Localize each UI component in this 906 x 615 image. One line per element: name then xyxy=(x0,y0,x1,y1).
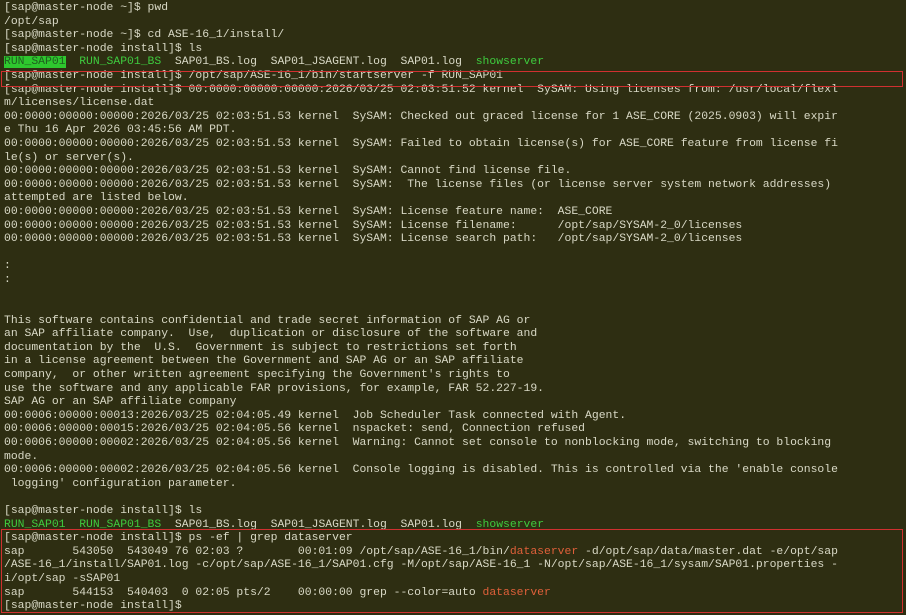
log-line: 00:0006:00000:00015:2026/03/25 02:04:05.… xyxy=(4,423,586,436)
grep-match: dataserver xyxy=(509,545,579,558)
log-line: in a license agreement between the Gover… xyxy=(4,355,524,368)
ps-row-continuation: /ASE-16_1/install/SAP01.log -c/opt/sap/A… xyxy=(4,559,838,572)
prompt-line[interactable]: [sap@master-node install]$ xyxy=(4,600,906,614)
log-line: 00:0000:00000:00000:2026/03/25 02:03:51.… xyxy=(4,165,572,178)
log-line: 00:0006:00000:00013:2026/03/25 02:04:05.… xyxy=(4,409,627,422)
file-sap01-bs-log[interactable]: SAP01_BS.log xyxy=(175,56,257,68)
ps-row-continuation: i/opt/sap -sSAP01 xyxy=(4,572,121,585)
file-run-sap01[interactable]: RUN_SAP01 xyxy=(4,519,66,531)
log-line: 00:0000:00000:00000:2026/03/25 02:03:51.… xyxy=(4,219,743,232)
ps-row-grep: sap 544153 540403 0 02:05 pts/2 00:00:00… xyxy=(4,587,906,601)
ls-output-line: RUN_SAP01 RUN_SAP01_BS SAP01_BS.log SAP0… xyxy=(4,56,906,70)
log-line: [sap@master-node install]$ 00:0000:00000… xyxy=(4,83,838,96)
log-line: 00:0006:00000:00002:2026/03/25 02:04:05.… xyxy=(4,437,832,449)
file-showserver[interactable]: showserver xyxy=(476,519,544,531)
ps-row-text: sap 543050 543049 76 02:03 ? 00:01:09 /o… xyxy=(4,545,510,558)
file-sap01-bs-log[interactable]: SAP01_BS.log xyxy=(175,519,257,531)
startserver-command-line: [sap@master-node install]$ /opt/sap/ASE-… xyxy=(4,69,503,82)
log-line: company, or other written agreement spec… xyxy=(4,369,510,382)
log-line: 00:0000:00000:00000:2026/03/25 02:03:51.… xyxy=(4,110,838,123)
file-sap01-jsagent-log[interactable]: SAP01_JSAGENT.log xyxy=(271,519,387,531)
terminal-line: [sap@master-node ~]$ pwd xyxy=(4,2,169,14)
file-run-sap01-selected[interactable]: RUN_SAP01 xyxy=(4,56,66,69)
log-line: le(s) or server(s). xyxy=(4,151,134,164)
log-line: This software contains confidential and … xyxy=(4,314,531,327)
ps-row-dataserver: sap 543050 543049 76 02:03 ? 00:01:09 /o… xyxy=(4,546,906,560)
log-line: 00:0000:00000:00000:2026/03/25 02:03:51.… xyxy=(4,233,743,246)
file-showserver[interactable]: showserver xyxy=(476,56,544,68)
file-sap01-log[interactable]: SAP01.log xyxy=(401,519,463,531)
terminal-line: [sap@master-node ~]$ cd ASE-16_1/install… xyxy=(4,29,285,42)
log-line: e Thu 16 Apr 2026 03:45:56 AM PDT. xyxy=(4,124,237,137)
log-line: SAP AG or an SAP affiliate company xyxy=(4,396,237,409)
ls-output-line: RUN_SAP01 RUN_SAP01_BS SAP01_BS.log SAP0… xyxy=(4,519,906,533)
file-run-sap01-bs[interactable]: RUN_SAP01_BS xyxy=(79,519,161,531)
ps-row-text: -d/opt/sap/data/master.dat -e/opt/sap xyxy=(578,545,838,558)
log-line: attempted are listed below. xyxy=(4,192,189,205)
log-line: 00:0000:00000:00000:2026/03/25 02:03:51.… xyxy=(4,205,613,218)
log-line: 00:0000:00000:00000:2026/03/25 02:03:51.… xyxy=(4,178,832,191)
log-line: use the software and any applicable FAR … xyxy=(4,382,545,395)
log-line: 00:0000:00000:00000:2026/03/25 02:03:51.… xyxy=(4,137,838,150)
ps-row-text: sap 544153 540403 0 02:05 pts/2 00:00:00… xyxy=(4,586,483,599)
log-line: [sap@master-node install]$ ls xyxy=(4,504,203,517)
file-run-sap01-bs[interactable]: RUN_SAP01_BS xyxy=(79,56,161,68)
terminal-line: [sap@master-node install]$ ls xyxy=(4,42,203,55)
log-line: logging' configuration parameter. xyxy=(4,477,237,490)
log-line: : xyxy=(4,273,11,286)
terminal-window[interactable]: [sap@master-node ~]$ pwd /opt/sap [sap@m… xyxy=(0,0,906,615)
file-sap01-jsagent-log[interactable]: SAP01_JSAGENT.log xyxy=(271,56,387,68)
terminal-line: /opt/sap xyxy=(4,15,59,28)
log-line: m/licenses/license.dat xyxy=(4,97,155,110)
ps-command-line: [sap@master-node install]$ ps -ef | grep… xyxy=(4,532,353,545)
file-sap01-log[interactable]: SAP01.log xyxy=(401,56,463,68)
log-line: : xyxy=(4,260,11,273)
log-line: 00:0006:00000:00002:2026/03/25 02:04:05.… xyxy=(4,464,838,477)
shell-prompt: [sap@master-node install]$ xyxy=(4,600,189,613)
log-line: mode. xyxy=(4,450,39,463)
log-line: an SAP affiliate company. Use, duplicati… xyxy=(4,328,538,341)
grep-match: dataserver xyxy=(482,586,551,599)
log-line: documentation by the U.S. Government is … xyxy=(4,341,517,354)
server-log-output: [sap@master-node install]$ 00:0000:00000… xyxy=(4,84,906,519)
